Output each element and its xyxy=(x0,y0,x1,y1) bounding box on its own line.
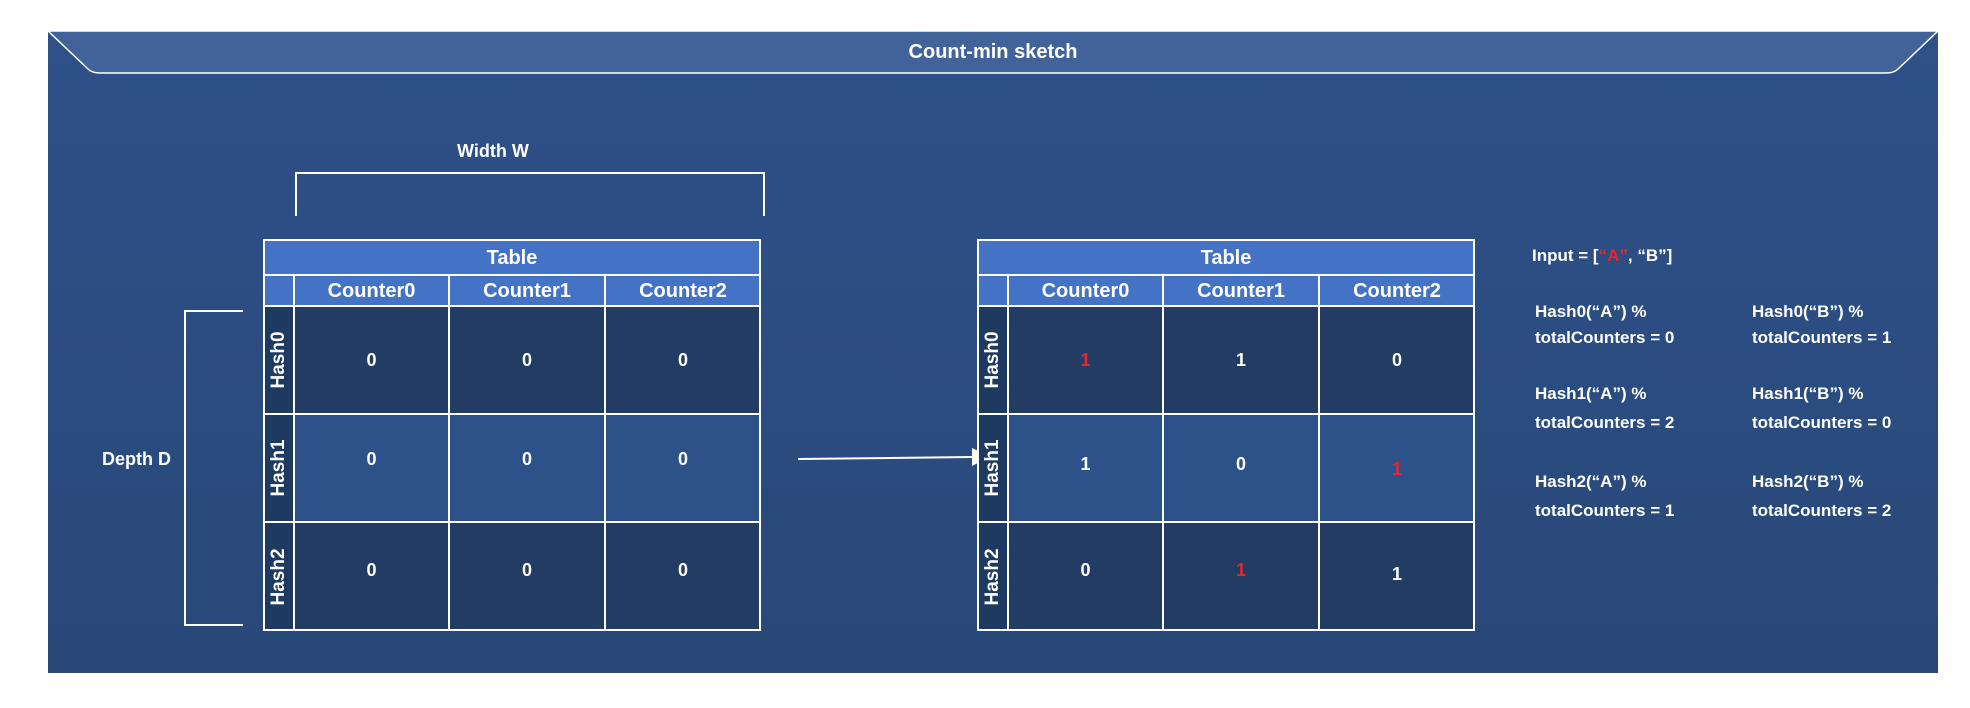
hash-result-a1: Hash1(“A”) % totalCounters = 2 xyxy=(1535,384,1675,432)
hash-result-a2: Hash2(“A”) % totalCounters = 1 xyxy=(1535,472,1675,520)
hash-result-b0: Hash0(“B”) % totalCounters = 1 xyxy=(1752,302,1892,347)
hash-result-a0: Hash0(“A”) % totalCounters = 0 xyxy=(1535,302,1675,347)
hash-result-b2: Hash2(“B”) % totalCounters = 2 xyxy=(1752,472,1892,520)
left-table-grid xyxy=(263,239,761,631)
width-label: Width W xyxy=(457,141,529,161)
depth-label: Depth D xyxy=(102,449,171,469)
width-bracket xyxy=(295,172,765,216)
right-table: Table Counter0 Counter1 Counter2 Hash0 H… xyxy=(977,239,1475,631)
hash-result-b1: Hash1(“B”) % totalCounters = 0 xyxy=(1752,384,1892,432)
left-table: Table Counter0 Counter1 Counter2 Hash0 H… xyxy=(263,239,761,631)
transition-arrow xyxy=(797,448,990,466)
diagram-title: Count-min sketch xyxy=(908,41,1078,63)
input-list: Input = [“A”, “B”] xyxy=(1532,246,1673,265)
diagram-panel: Count-min sketch Width W Depth D Table C… xyxy=(48,31,1938,673)
right-table-grid xyxy=(977,239,1475,631)
depth-bracket xyxy=(184,310,243,626)
